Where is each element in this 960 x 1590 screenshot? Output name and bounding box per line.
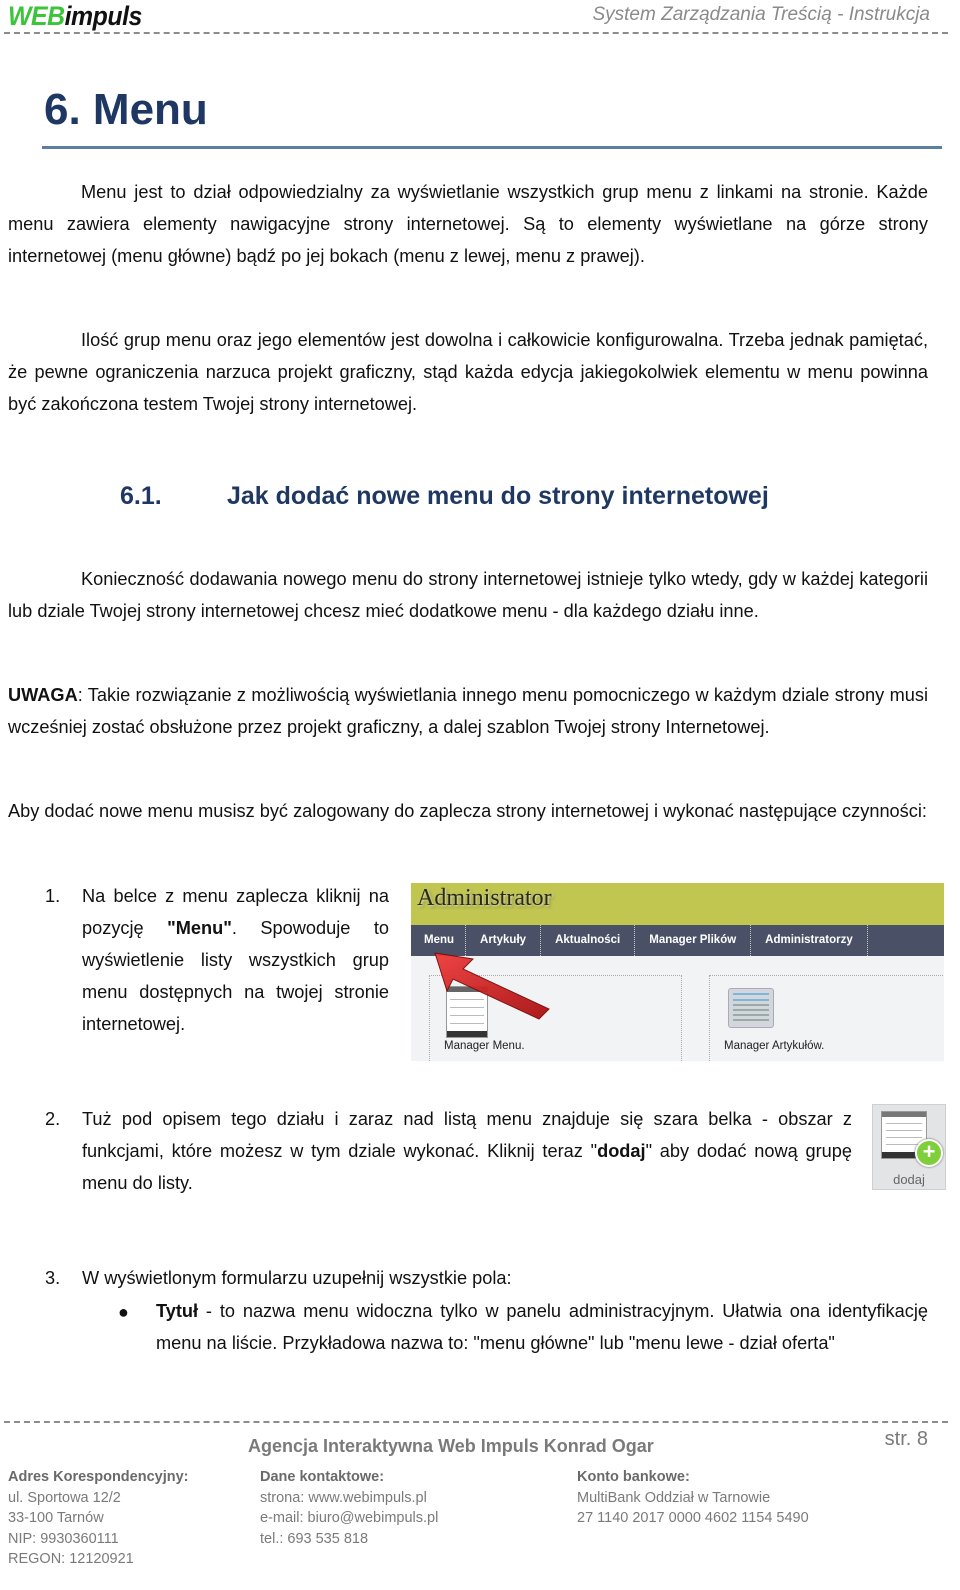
section-number: 6.1. — [120, 482, 162, 510]
step-number: 1. — [45, 886, 61, 906]
bullet-icon: ● — [118, 1302, 129, 1322]
warning-paragraph: UWAGA: Takie rozwiązanie z możliwością w… — [8, 685, 928, 737]
admin-nav-administrators[interactable]: Administratorzy — [751, 925, 868, 956]
add-button-label: dodaj — [893, 1172, 925, 1187]
intro-paragraph-2: Ilość grup menu oraz jego elementów jest… — [8, 330, 928, 414]
chapter-heading-underline — [42, 146, 942, 149]
footer-bank: Konto bankowe: MultiBank Oddział w Tarno… — [577, 1469, 809, 1526]
admin-panel-screenshot: Administrator Menu Artykuły Aktualności … — [411, 883, 944, 1061]
admin-nav-file-manager[interactable]: Manager Plików — [635, 925, 752, 956]
card-article-manager[interactable]: Manager Artykułów. — [709, 975, 944, 1061]
step-3-text: W wyświetlonym formularzu uzupełnij wszy… — [82, 1268, 512, 1288]
footer-address: Adres Korespondencyjny: ul. Sportowa 12/… — [8, 1469, 189, 1567]
section-paragraph: Konieczność dodawania nowego menu do str… — [8, 569, 928, 621]
header-divider — [4, 32, 948, 34]
document-title: System Zarządzania Treścią - Instrukcja — [592, 4, 930, 25]
plus-icon: + — [915, 1139, 943, 1167]
step-number: 3. — [45, 1268, 61, 1288]
intro-paragraph-1: Menu jest to dział odpowiedzialny za wyś… — [8, 182, 928, 266]
admin-nav-news[interactable]: Aktualności — [541, 925, 636, 956]
card-label: Manager Artykułów. — [724, 1040, 825, 1052]
webimpuls-logo: WEBimpuls — [8, 1, 142, 31]
email-link[interactable]: e-mail: biuro@webimpuls.pl — [260, 1508, 438, 1529]
add-button-illustration[interactable]: + dodaj — [872, 1104, 946, 1190]
warning-label: UWAGA — [8, 685, 78, 705]
footer-contact: Dane kontaktowe: strona: www.webimpuls.p… — [260, 1469, 439, 1547]
section-heading: Jak dodać nowe menu do strony internetow… — [227, 482, 769, 510]
website-link[interactable]: strona: www.webimpuls.pl — [260, 1488, 438, 1509]
bullet-title-field: Tytuł - to nazwa menu widoczna tylko w p… — [156, 1301, 928, 1353]
step-number: 2. — [45, 1109, 61, 1129]
article-manager-icon — [728, 988, 774, 1028]
card-label: Manager Menu. — [444, 1040, 525, 1052]
footer-agency: Agencja Interaktywna Web Impuls Konrad O… — [248, 1436, 654, 1456]
page-number: str. 8 — [884, 1428, 928, 1450]
step-2-text: Tuż pod opisem tego działu i zaraz nad l… — [82, 1109, 852, 1193]
admin-header-bar: Administrator — [411, 883, 944, 925]
red-arrow-pointer-icon — [434, 952, 550, 1020]
step-1-text: Na belce z menu zaplecza kliknij na pozy… — [82, 886, 389, 1034]
instructions-intro: Aby dodać nowe menu musisz być zalogowan… — [8, 801, 927, 821]
chapter-heading: 6. Menu — [44, 85, 208, 134]
admin-brand: Administrator — [417, 885, 552, 911]
footer-divider — [4, 1421, 948, 1423]
